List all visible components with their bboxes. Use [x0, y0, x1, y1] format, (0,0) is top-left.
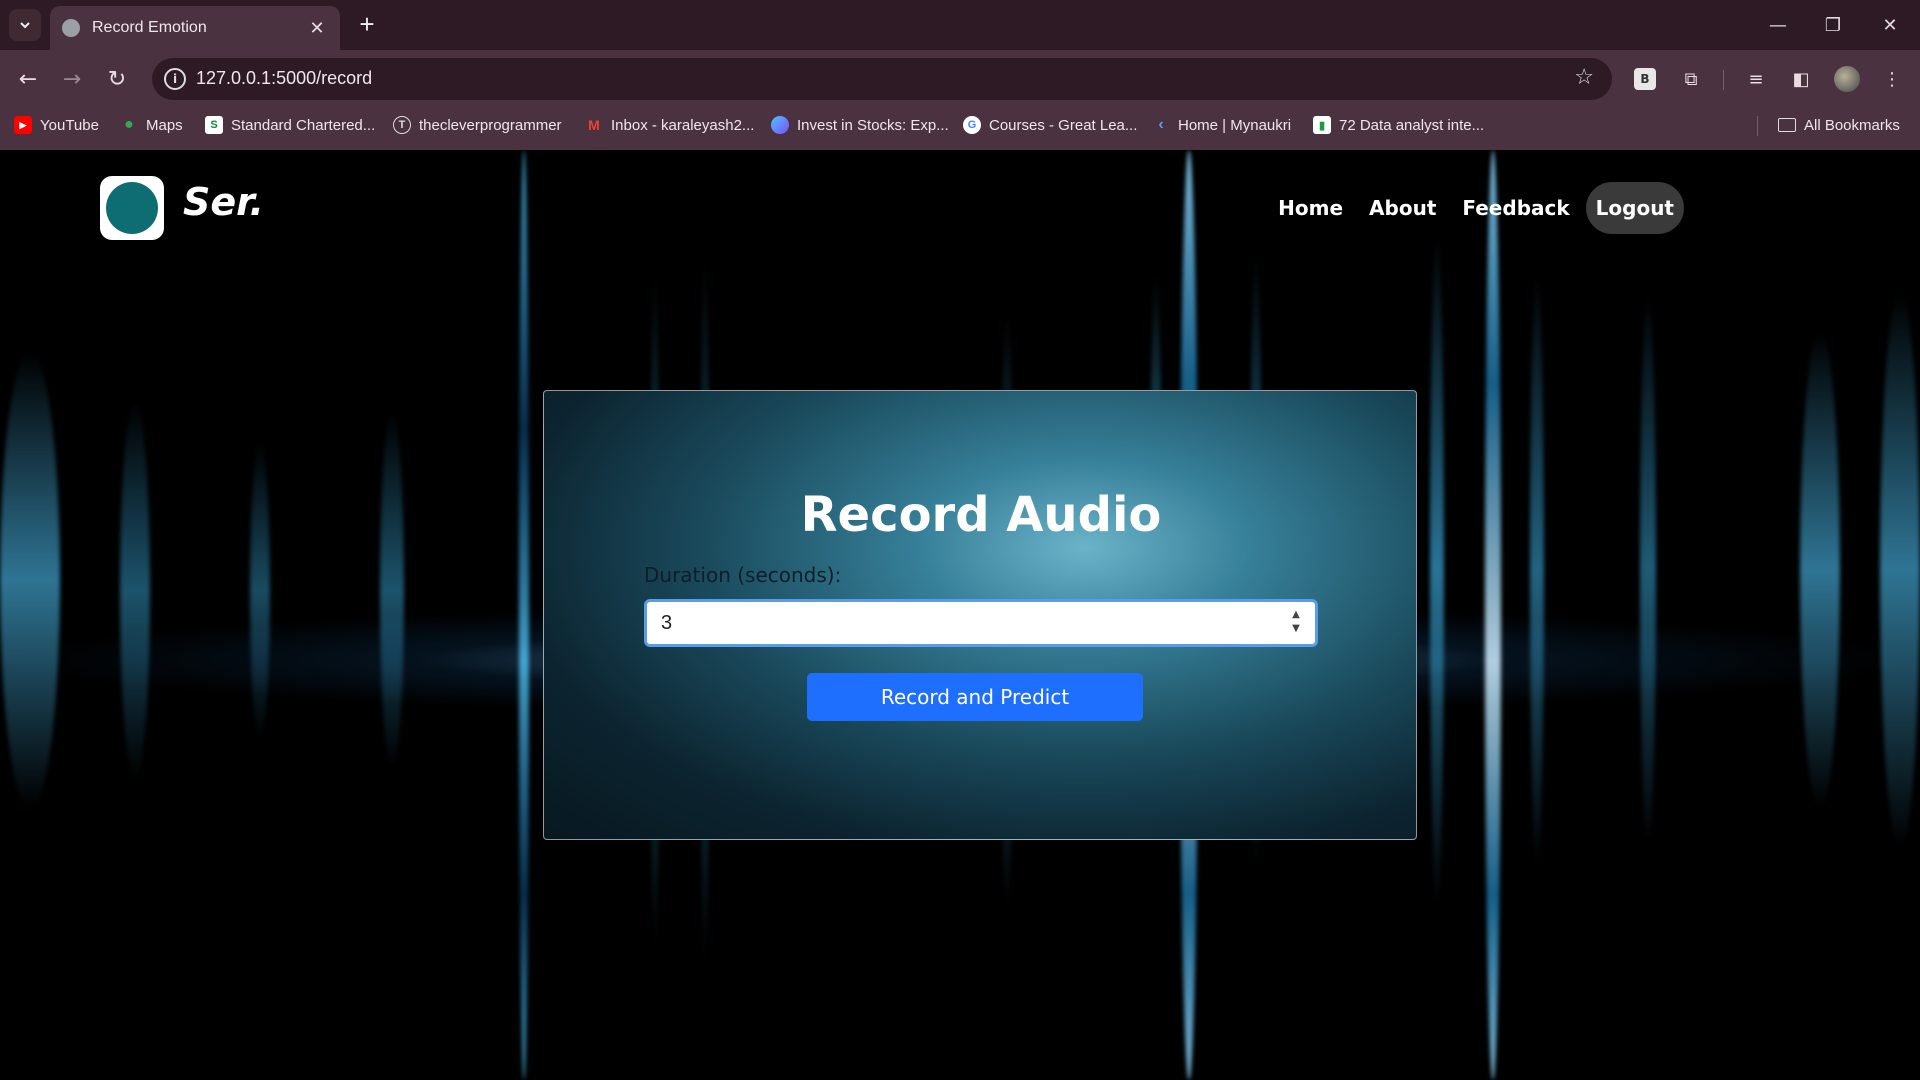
wave-spike: [0, 350, 60, 810]
cleverprogrammer-icon: T: [393, 116, 411, 134]
side-panel-icon[interactable]: ◧: [1787, 65, 1815, 93]
wave-spike: [250, 440, 270, 740]
wave-spike: [1430, 230, 1444, 910]
bookmark-invest-in-stocks[interactable]: Invest in Stocks: Exp...: [771, 108, 949, 142]
url-text[interactable]: 127.0.0.1:5000/record: [196, 68, 372, 89]
bookmark-label: Courses - Great Lea...: [989, 116, 1138, 134]
browser-toolbar: ← → ↻ i 127.0.0.1:5000/record ☆ B ⧉ ≡ ◧ …: [0, 50, 1920, 108]
extensions-icon[interactable]: ⧉: [1677, 65, 1705, 93]
bookmark-label: Maps: [146, 116, 183, 134]
wave-spike: [1640, 290, 1656, 850]
bookmark-label: thecleverprogrammer: [419, 116, 562, 134]
bookmark-label: Invest in Stocks: Exp...: [797, 116, 949, 134]
all-bookmarks-label: All Bookmarks: [1804, 116, 1900, 134]
youtube-icon: ▶: [14, 116, 32, 134]
bookmark-star-icon[interactable]: ☆: [1574, 65, 1594, 90]
site-info-icon[interactable]: i: [164, 68, 186, 90]
mynaukri-icon: ‹: [1158, 116, 1164, 133]
bookmark-thecleverprogrammer[interactable]: T thecleverprogrammer: [393, 108, 562, 142]
record-and-predict-button[interactable]: Record and Predict: [807, 673, 1143, 721]
all-bookmarks-button[interactable]: All Bookmarks: [1778, 108, 1900, 142]
back-icon[interactable]: ←: [12, 63, 44, 95]
menu-icon[interactable]: ⋮: [1878, 65, 1906, 93]
brand-name[interactable]: Ser.: [183, 180, 264, 224]
bookmark-label: Standard Chartered...: [231, 116, 376, 134]
bookmark-label: Home | Mynaukri: [1178, 116, 1292, 134]
close-icon[interactable]: ✕: [306, 18, 328, 39]
wave-spike: [380, 410, 404, 770]
bookmark-label: Inbox - karaleyash2...: [611, 116, 755, 134]
bookmark-standard-chartered[interactable]: S Standard Chartered...: [205, 108, 375, 142]
reload-icon[interactable]: ↻: [101, 63, 133, 95]
page-viewport: Ser. Home About Feedback Logout Record A…: [0, 150, 1920, 1080]
wave-spike: [1485, 150, 1501, 1080]
tab-title: Record Emotion: [92, 19, 207, 36]
media-control-icon[interactable]: ≡: [1742, 65, 1770, 93]
bookmark-label: YouTube: [40, 116, 99, 134]
bookmarks-bar: ▶ YouTube ● Maps S Standard Chartered...…: [0, 108, 1920, 150]
globe-icon: [62, 19, 80, 37]
voice-profile-icon: [106, 182, 158, 234]
google-icon: G: [963, 116, 981, 134]
map-pin-icon: ●: [124, 116, 134, 133]
bookmark-data-analyst[interactable]: ▮ 72 Data analyst inte...: [1313, 108, 1484, 142]
extension-b-icon[interactable]: B: [1634, 68, 1656, 90]
address-bar[interactable]: i 127.0.0.1:5000/record ☆: [152, 58, 1612, 100]
folder-icon: [1778, 118, 1796, 132]
wave-spike: [120, 400, 150, 780]
minimize-icon[interactable]: —: [1758, 10, 1798, 40]
bookmark-inbox[interactable]: M Inbox - karaleyash2...: [585, 108, 754, 142]
data-analyst-icon: ▮: [1313, 116, 1331, 134]
nav-about[interactable]: About: [1369, 196, 1436, 220]
bookmark-mynaukri[interactable]: ‹ Home | Mynaukri: [1152, 108, 1291, 142]
card-title: Record Audio: [800, 487, 1162, 543]
record-audio-card: Record Audio Duration (seconds): 3 ▲ ▼ Re…: [543, 390, 1417, 840]
duration-value[interactable]: 3: [661, 612, 672, 635]
tab-search-button[interactable]: [9, 9, 41, 41]
restore-icon[interactable]: ❐: [1813, 10, 1853, 40]
wave-spike: [519, 150, 529, 1080]
window-close-icon[interactable]: ✕: [1870, 10, 1910, 40]
duration-label: Duration (seconds):: [644, 563, 842, 587]
bookmark-label: 72 Data analyst inte...: [1339, 116, 1485, 134]
bookmark-courses[interactable]: G Courses - Great Lea...: [963, 108, 1137, 142]
toolbar-divider: [1723, 70, 1724, 90]
new-tab-button[interactable]: +: [352, 10, 382, 40]
browser-titlebar: Record Emotion ✕ + — ❐ ✕: [0, 0, 1920, 50]
invest-icon: [771, 116, 789, 134]
nav-logout[interactable]: Logout: [1585, 182, 1684, 234]
nav-feedback[interactable]: Feedback: [1462, 196, 1569, 220]
number-stepper[interactable]: ▲ ▼: [1289, 608, 1303, 638]
wave-spike: [1530, 270, 1544, 870]
standard-chartered-icon: S: [205, 116, 223, 134]
bookmark-maps[interactable]: ● Maps: [120, 108, 183, 142]
tab-record-emotion[interactable]: Record Emotion ✕: [50, 6, 340, 50]
site-logo[interactable]: [100, 176, 164, 240]
forward-icon[interactable]: →: [56, 63, 88, 95]
wave-spike: [1800, 330, 1840, 810]
main-nav: Home About Feedback Logout: [1252, 182, 1684, 234]
bookmark-youtube[interactable]: ▶ YouTube: [14, 108, 99, 142]
gmail-icon: M: [588, 117, 600, 133]
wave-spike: [1880, 290, 1920, 850]
bookmarks-divider: [1757, 116, 1758, 136]
chevron-down-icon: [20, 22, 30, 29]
profile-avatar[interactable]: [1834, 66, 1860, 92]
duration-input[interactable]: 3 ▲ ▼: [644, 599, 1318, 647]
nav-home[interactable]: Home: [1278, 196, 1343, 220]
